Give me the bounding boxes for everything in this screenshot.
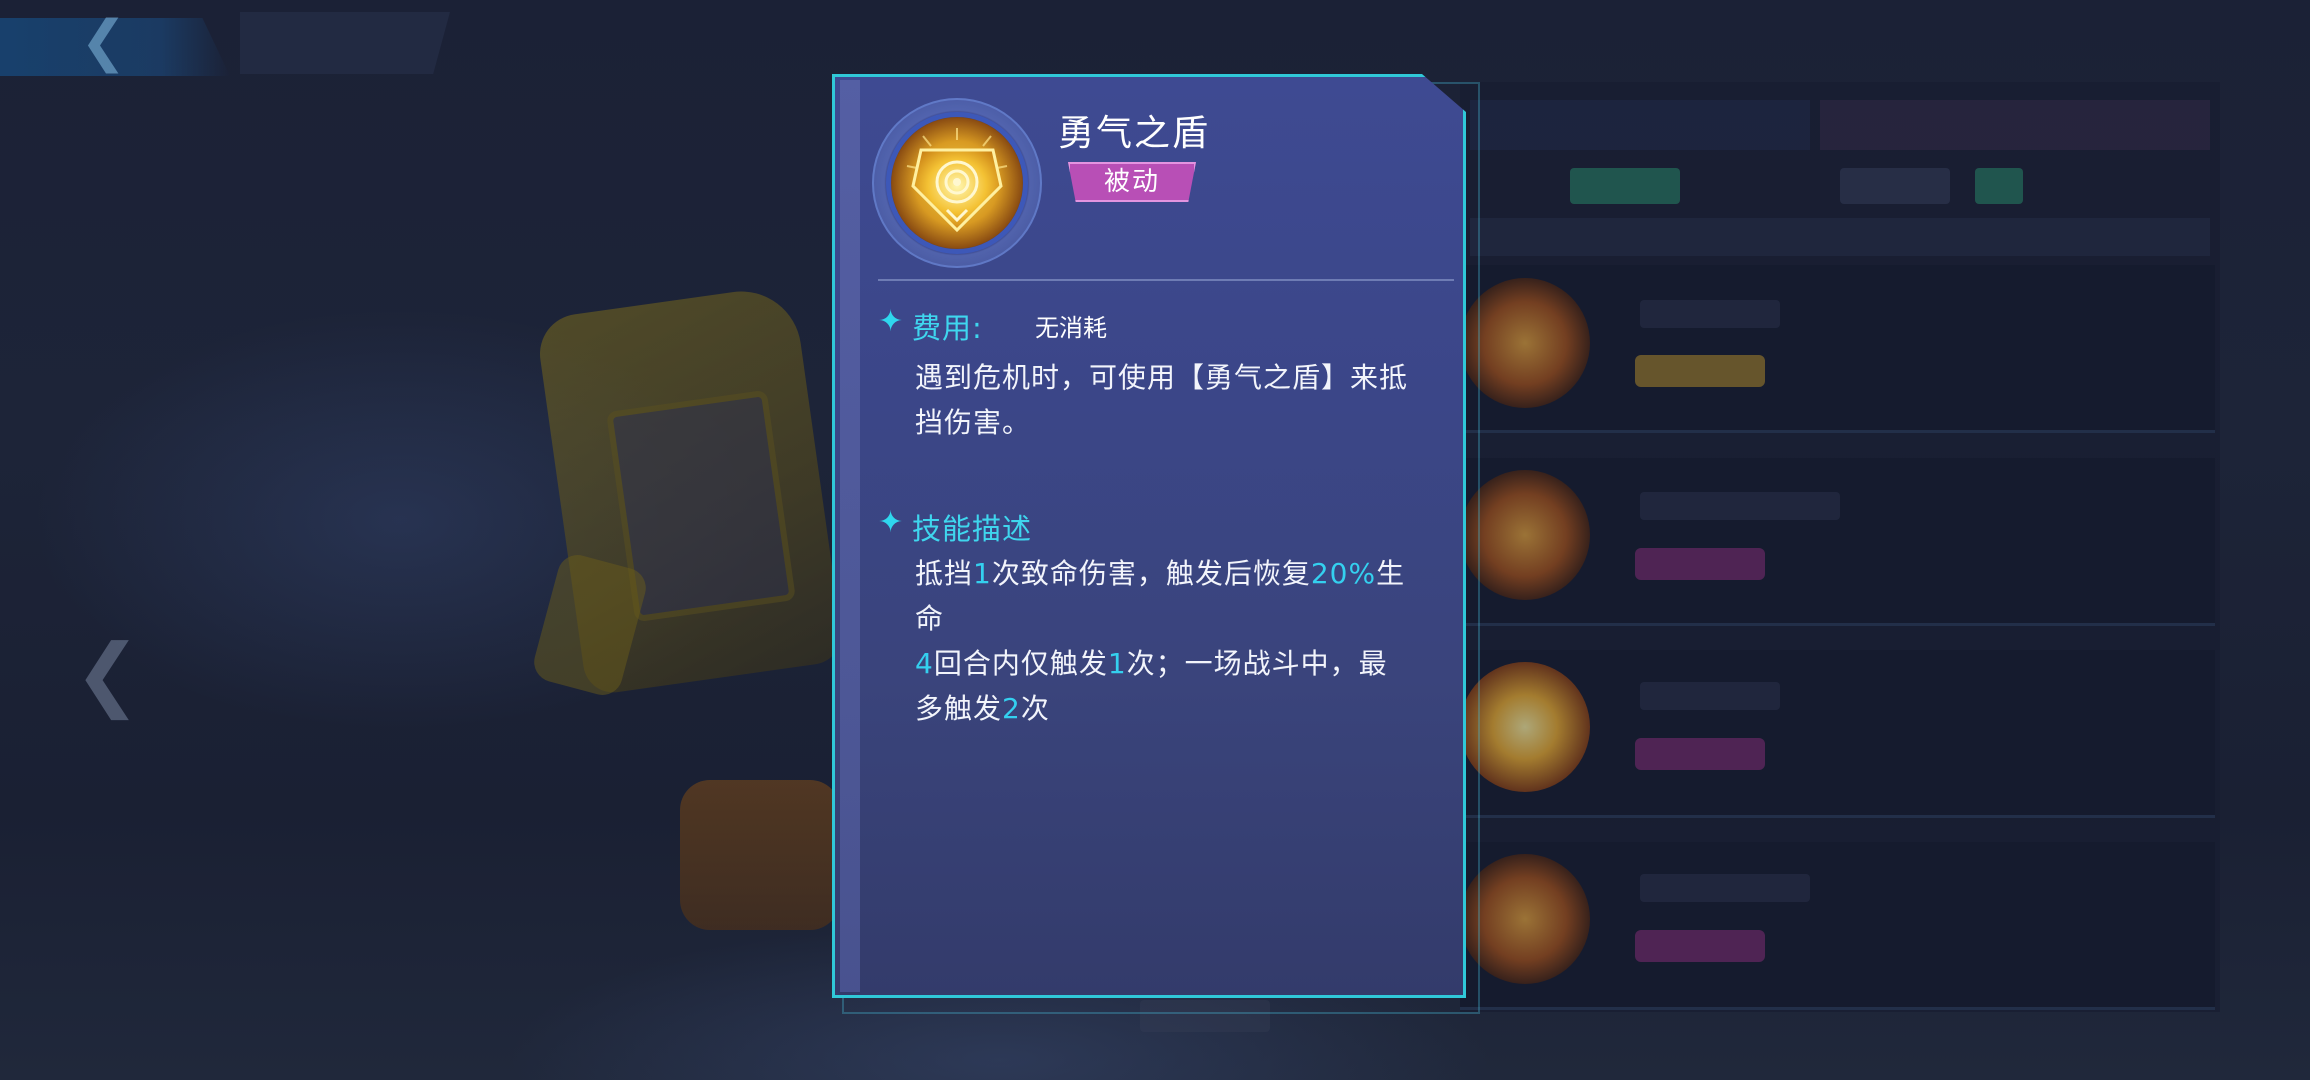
description-text: 次致命伤害，触发后恢复 — [991, 557, 1311, 590]
character-legs — [680, 780, 840, 930]
description-highlight: 1 — [973, 557, 992, 590]
cost-value: 无消耗 — [1035, 314, 1107, 342]
skill-name — [1640, 874, 1810, 902]
description-line: 多触发2次 — [915, 686, 1050, 732]
description-highlight: 2 — [1002, 692, 1021, 725]
description-line: 4回合内仅触发1次；一场战斗中，最 — [915, 641, 1388, 687]
description-text: 次 — [1020, 692, 1050, 725]
description-line: 命 — [915, 602, 945, 635]
description-line: 抵挡1次致命伤害，触发后恢复20%生 — [915, 551, 1405, 597]
description-text: 次；一场战斗中，最 — [1126, 647, 1388, 680]
skill-tag — [1635, 548, 1765, 580]
section-header — [1470, 218, 2210, 256]
description-text: 回合内仅触发 — [933, 647, 1108, 680]
summary-line: 遇到危机时，可使用【勇气之盾】来抵 — [915, 361, 1409, 394]
description-highlight: 20% — [1310, 557, 1377, 590]
divider — [878, 279, 1454, 281]
skill-tag — [1635, 355, 1765, 387]
sparkle-star-icon: ✦ — [878, 505, 904, 540]
description-highlight: 4 — [915, 647, 934, 680]
skill-tag — [1635, 930, 1765, 962]
page-title-box — [240, 12, 450, 74]
description-label: 技能描述 — [912, 512, 1033, 546]
skill-title: 勇气之盾 — [1058, 113, 1211, 154]
shield-icon — [906, 128, 1008, 233]
panel-tab-2[interactable] — [1820, 100, 2210, 150]
skill-tag — [1635, 738, 1765, 770]
panel-tab-1[interactable] — [1470, 100, 1810, 150]
prev-character-chevron-icon[interactable]: ❮ — [74, 634, 141, 714]
summary-line: 挡伤害。 — [915, 406, 1032, 439]
chevron-left-icon[interactable]: ❮ — [80, 14, 127, 70]
status-badge — [1570, 168, 1680, 204]
cost-label: 费用: — [912, 311, 983, 345]
description-text: 生 — [1376, 557, 1406, 590]
description-highlight: 1 — [1107, 647, 1127, 680]
sparkle-star-icon: ✦ — [878, 304, 904, 339]
status-label — [1840, 168, 1950, 204]
skill-type-badge: 被动 — [1068, 162, 1196, 202]
skill-name — [1640, 300, 1780, 328]
popup-side-stripe — [840, 80, 860, 992]
description-text: 抵挡 — [915, 557, 974, 590]
skill-name — [1640, 492, 1840, 520]
description-text: 多触发 — [915, 692, 1003, 725]
status-badge — [1975, 168, 2023, 204]
skill-name — [1640, 682, 1780, 710]
